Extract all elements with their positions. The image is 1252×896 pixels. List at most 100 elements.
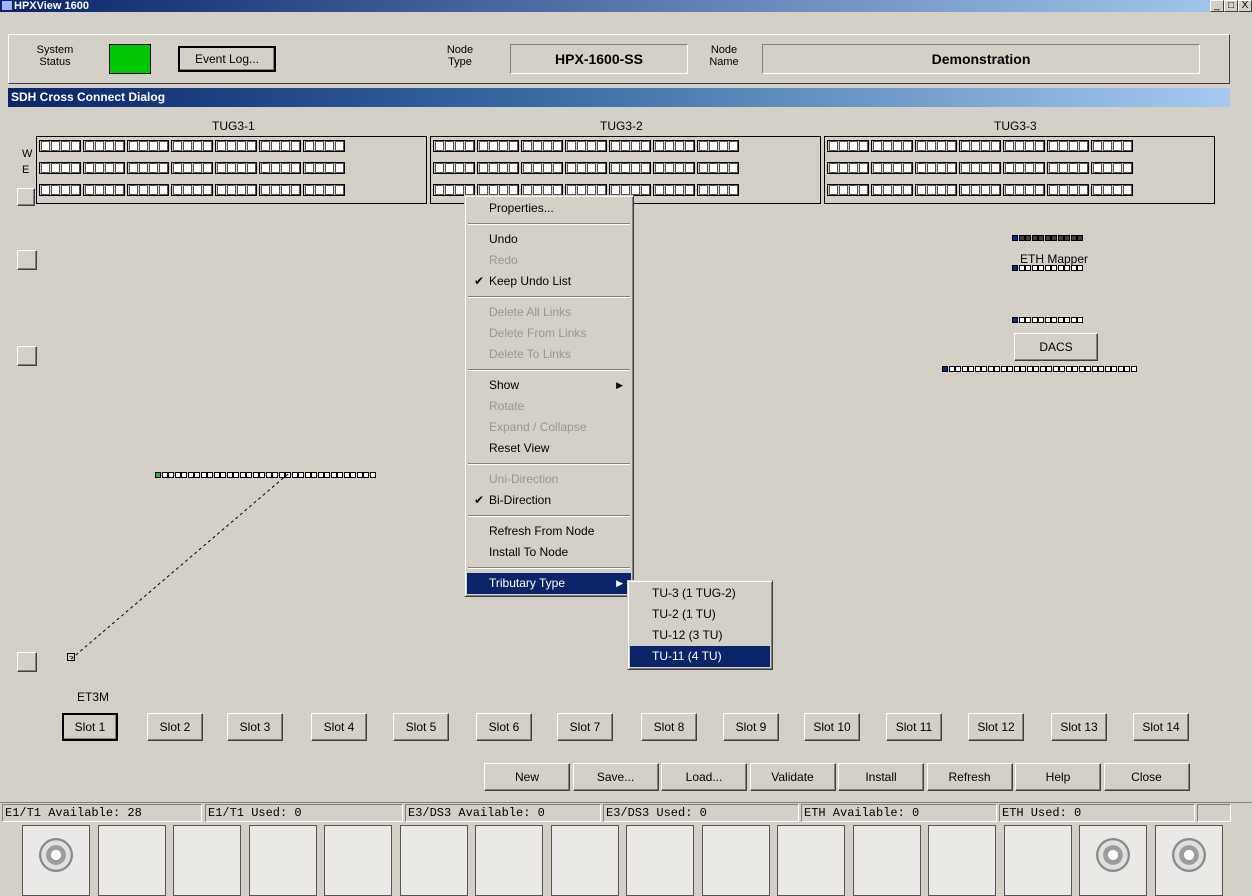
tu-cell[interactable] [902, 185, 912, 195]
tu-cell[interactable] [728, 185, 738, 195]
slot-11-button[interactable]: Slot 11 [886, 713, 942, 741]
tu-cell[interactable] [464, 163, 474, 173]
tu-cell[interactable] [1014, 141, 1024, 151]
tu-cell[interactable] [60, 163, 70, 173]
port-cell[interactable] [974, 366, 981, 372]
tu-cell[interactable] [280, 163, 290, 173]
tu-cell[interactable] [1034, 185, 1044, 195]
port-cell[interactable] [955, 366, 961, 372]
tu-cell[interactable] [698, 141, 708, 151]
port-cell[interactable] [1039, 366, 1046, 372]
menu-item-tributary-type[interactable]: Tributary Type ▶ [467, 573, 631, 594]
tu-cell[interactable] [434, 163, 444, 173]
port-cell[interactable] [1031, 235, 1038, 241]
close-window-button[interactable]: X [1238, 0, 1252, 12]
tu-cell[interactable] [1048, 163, 1058, 173]
side-button-3[interactable] [17, 652, 37, 672]
port-cell[interactable] [1124, 366, 1130, 372]
tu-cell[interactable] [290, 141, 300, 151]
tu-cell[interactable] [630, 185, 640, 195]
tu-cell[interactable] [586, 141, 596, 151]
tu-cell[interactable] [84, 163, 94, 173]
port-cell[interactable] [1025, 317, 1031, 323]
tu-cell[interactable] [828, 141, 838, 151]
dacs-button[interactable]: DACS [1014, 333, 1098, 361]
save-button[interactable]: Save... [572, 763, 659, 791]
port-cell[interactable] [1085, 366, 1091, 372]
tu-cell[interactable] [1034, 163, 1044, 173]
port-cell[interactable] [1051, 235, 1057, 241]
tu-cell[interactable] [990, 163, 1000, 173]
tu-cell[interactable] [334, 185, 344, 195]
port-cell[interactable] [1013, 366, 1020, 372]
tu-cell[interactable] [246, 163, 256, 173]
tu-cell[interactable] [488, 141, 498, 151]
tu-cell[interactable] [728, 141, 738, 151]
tu-cell[interactable] [478, 141, 488, 151]
tu-cell[interactable] [1122, 185, 1132, 195]
tu-cell[interactable] [708, 185, 718, 195]
tu-cell[interactable] [882, 163, 892, 173]
tu-cell[interactable] [114, 185, 124, 195]
tu-cell[interactable] [1122, 163, 1132, 173]
tu-cell[interactable] [1048, 185, 1058, 195]
tu-cell[interactable] [1014, 185, 1024, 195]
tu-cell[interactable] [1078, 185, 1088, 195]
tu-cell[interactable] [128, 141, 138, 151]
tu-cell[interactable] [192, 141, 202, 151]
tu-cell[interactable] [1024, 163, 1034, 173]
tu-cell[interactable] [454, 141, 464, 151]
tu-cell[interactable] [478, 185, 488, 195]
slot-2-button[interactable]: Slot 2 [147, 713, 203, 741]
event-log-button[interactable]: Event Log... [178, 46, 276, 72]
tu-cell[interactable] [566, 185, 576, 195]
tu-cell[interactable] [552, 141, 562, 151]
tu-cell[interactable] [946, 163, 956, 173]
tu-cell[interactable] [60, 141, 70, 151]
tu-cell[interactable] [498, 163, 508, 173]
eth-mapper-bar-top[interactable] [1012, 235, 1084, 241]
side-button-2[interactable] [17, 346, 37, 366]
port-cell[interactable] [1077, 235, 1083, 241]
tu-cell[interactable] [60, 185, 70, 195]
tu-cell[interactable] [444, 141, 454, 151]
slot-12-button[interactable]: Slot 12 [968, 713, 1024, 741]
tu-cell[interactable] [664, 185, 674, 195]
tu-cell[interactable] [1058, 163, 1068, 173]
port-cell[interactable] [1070, 235, 1077, 241]
tu-cell[interactable] [848, 163, 858, 173]
menu-item-properties[interactable]: Properties... [467, 198, 631, 219]
submenu-item-tu-3-1-tug-2[interactable]: TU-3 (1 TUG-2) [630, 583, 770, 604]
port-cell[interactable] [948, 366, 955, 372]
port-cell[interactable] [968, 366, 974, 372]
slot-13-button[interactable]: Slot 13 [1051, 713, 1107, 741]
tu-cell[interactable] [858, 141, 868, 151]
tu-cell[interactable] [202, 163, 212, 173]
load-button[interactable]: Load... [661, 763, 747, 791]
port-cell[interactable] [1038, 235, 1044, 241]
dacs-bar-bottom[interactable] [942, 366, 1137, 372]
port-cell[interactable] [1031, 317, 1038, 323]
tu-cell[interactable] [50, 185, 60, 195]
tu-cell[interactable] [542, 163, 552, 173]
tu-cell[interactable] [508, 141, 518, 151]
dacs-bar-top[interactable] [1012, 317, 1084, 323]
tu-cell[interactable] [1024, 141, 1034, 151]
port-cell[interactable] [1098, 366, 1104, 372]
tu-cell[interactable] [434, 141, 444, 151]
side-button-1[interactable] [17, 250, 37, 270]
tu-cell[interactable] [640, 163, 650, 173]
port-cell[interactable] [304, 472, 311, 478]
validate-button[interactable]: Validate [749, 763, 836, 791]
port-cell[interactable] [961, 366, 968, 372]
port-cell[interactable] [981, 366, 987, 372]
tu-cell[interactable] [684, 185, 694, 195]
port-cell[interactable] [994, 366, 1000, 372]
tu-cell[interactable] [718, 141, 728, 151]
port-cell[interactable] [1057, 235, 1064, 241]
tu-cell[interactable] [236, 185, 246, 195]
port-cell[interactable] [1000, 366, 1007, 372]
tu-cell[interactable] [148, 163, 158, 173]
port-cell[interactable] [1051, 265, 1057, 271]
port-cell[interactable] [987, 366, 994, 372]
